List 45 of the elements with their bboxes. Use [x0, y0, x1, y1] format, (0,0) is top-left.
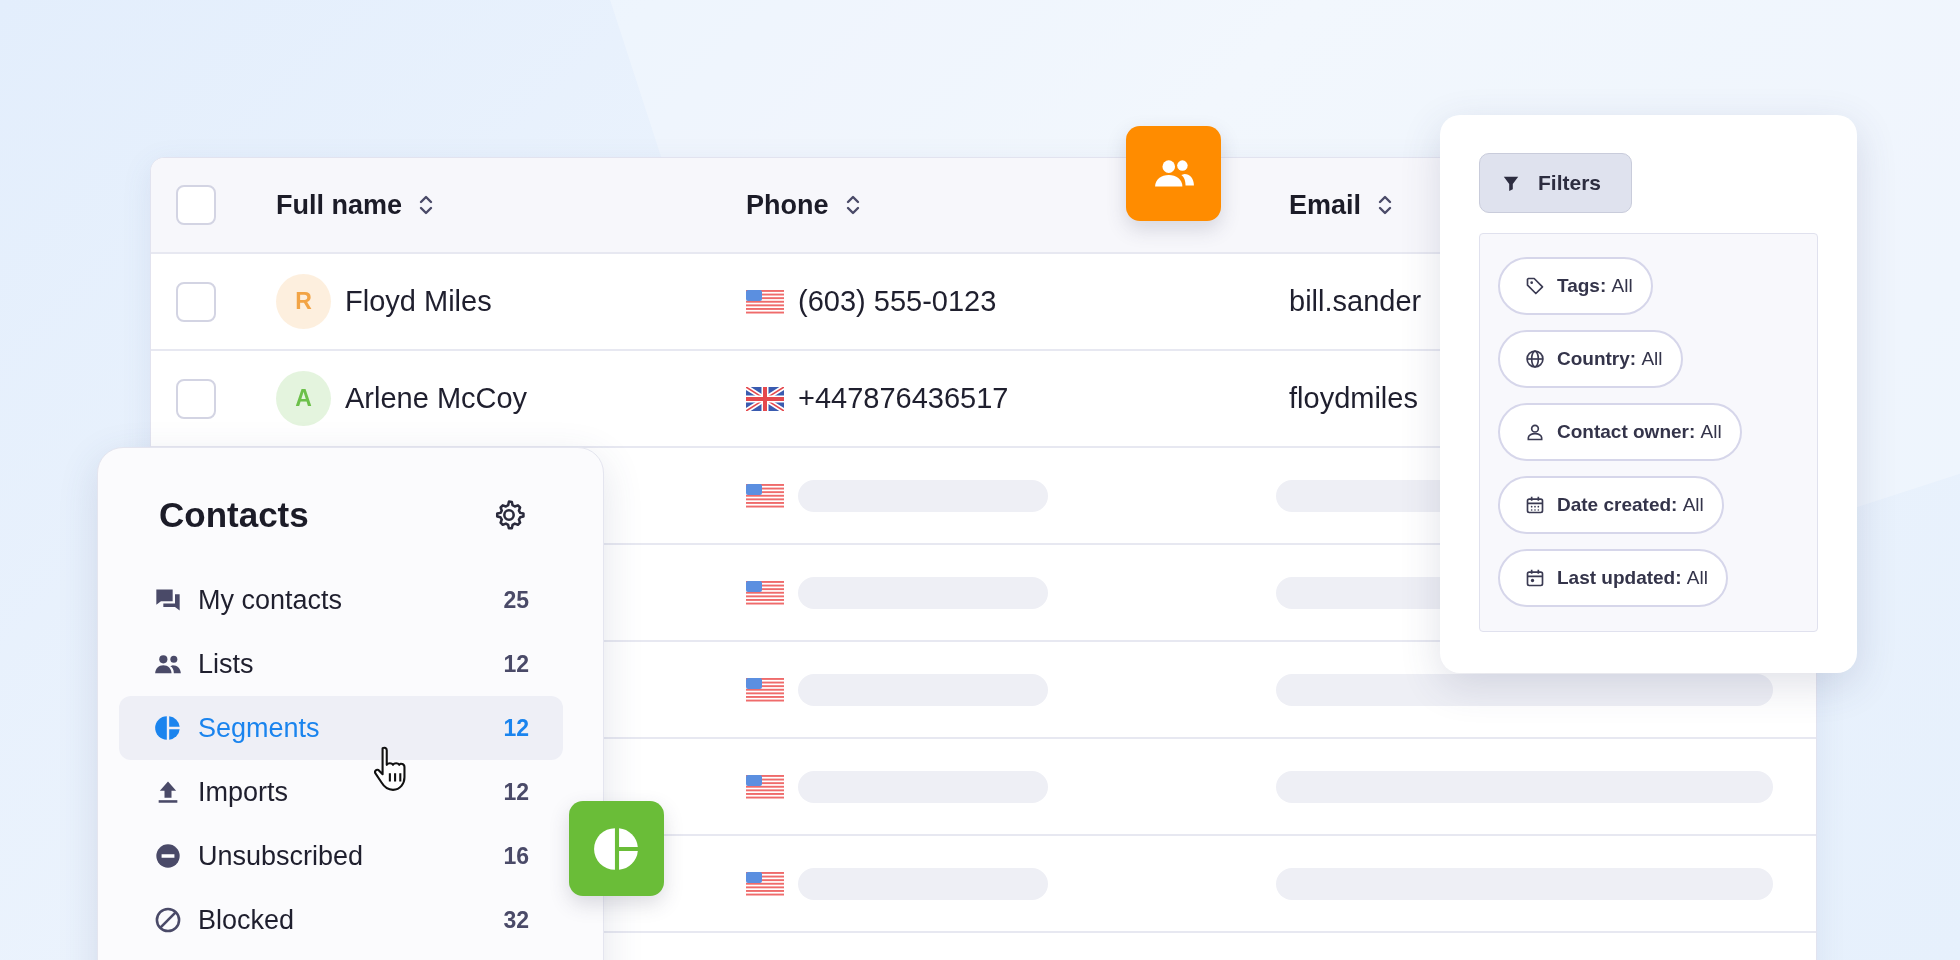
- person-icon: [1525, 422, 1545, 442]
- us-flag-icon: [746, 580, 784, 605]
- column-header[interactable]: Phone: [746, 189, 829, 221]
- email-address: bill.sander: [1289, 285, 1422, 318]
- sort-icon[interactable]: [1377, 193, 1394, 217]
- us-flag-icon: [746, 483, 784, 508]
- filter-icon: [1502, 174, 1520, 192]
- contact-name: Arlene McCoy: [345, 382, 528, 415]
- calendar-icon: [1525, 495, 1545, 515]
- phone-number: +447876436517: [798, 382, 1009, 415]
- select-all-checkbox[interactable]: [176, 185, 216, 225]
- panel-title: Contacts: [159, 495, 309, 535]
- sidebar-item[interactable]: Lists 12: [119, 632, 563, 696]
- us-flag-icon: [746, 871, 784, 896]
- us-flag-icon: [746, 289, 784, 314]
- sidebar-item[interactable]: Unsubscribed 16: [119, 824, 563, 888]
- column-header[interactable]: Email: [1289, 189, 1362, 221]
- row-checkbox[interactable]: [176, 378, 216, 419]
- sidebar-item[interactable]: My contacts 25: [119, 568, 563, 632]
- minus-circle-icon: [154, 842, 182, 870]
- phone-number: (603) 555-0123: [798, 285, 997, 318]
- row-checkbox[interactable]: [176, 281, 216, 322]
- sort-icon[interactable]: [844, 193, 861, 217]
- sidebar-item[interactable]: Imports 12: [119, 760, 563, 824]
- avatar-initial: A: [276, 371, 331, 426]
- filter-chip[interactable]: Contact owner: All: [1498, 403, 1742, 461]
- sort-icon[interactable]: [418, 193, 435, 217]
- us-flag-icon: [746, 774, 784, 799]
- email-address: floydmiles: [1289, 382, 1418, 415]
- pie-chart-icon: [154, 714, 182, 742]
- globe-icon: [1525, 349, 1545, 369]
- contact-name: Floyd Miles: [345, 285, 492, 318]
- filter-chip[interactable]: Tags: All: [1498, 257, 1653, 315]
- calendar-icon: [1525, 568, 1545, 588]
- slash-circle-icon: [154, 906, 182, 934]
- filters-button[interactable]: Filters: [1479, 153, 1633, 213]
- avatar-initial: R: [276, 274, 331, 329]
- column-header[interactable]: Full name: [276, 189, 403, 221]
- filter-chip[interactable]: Date created: All: [1498, 476, 1724, 534]
- us-flag-icon: [746, 677, 784, 702]
- filter-chip[interactable]: Country: All: [1498, 330, 1683, 388]
- uk-flag-icon: [746, 386, 784, 411]
- sidebar-item[interactable]: Blocked 32: [119, 888, 563, 952]
- filter-chip[interactable]: Last updated: All: [1498, 549, 1728, 607]
- tag-icon: [1525, 276, 1545, 296]
